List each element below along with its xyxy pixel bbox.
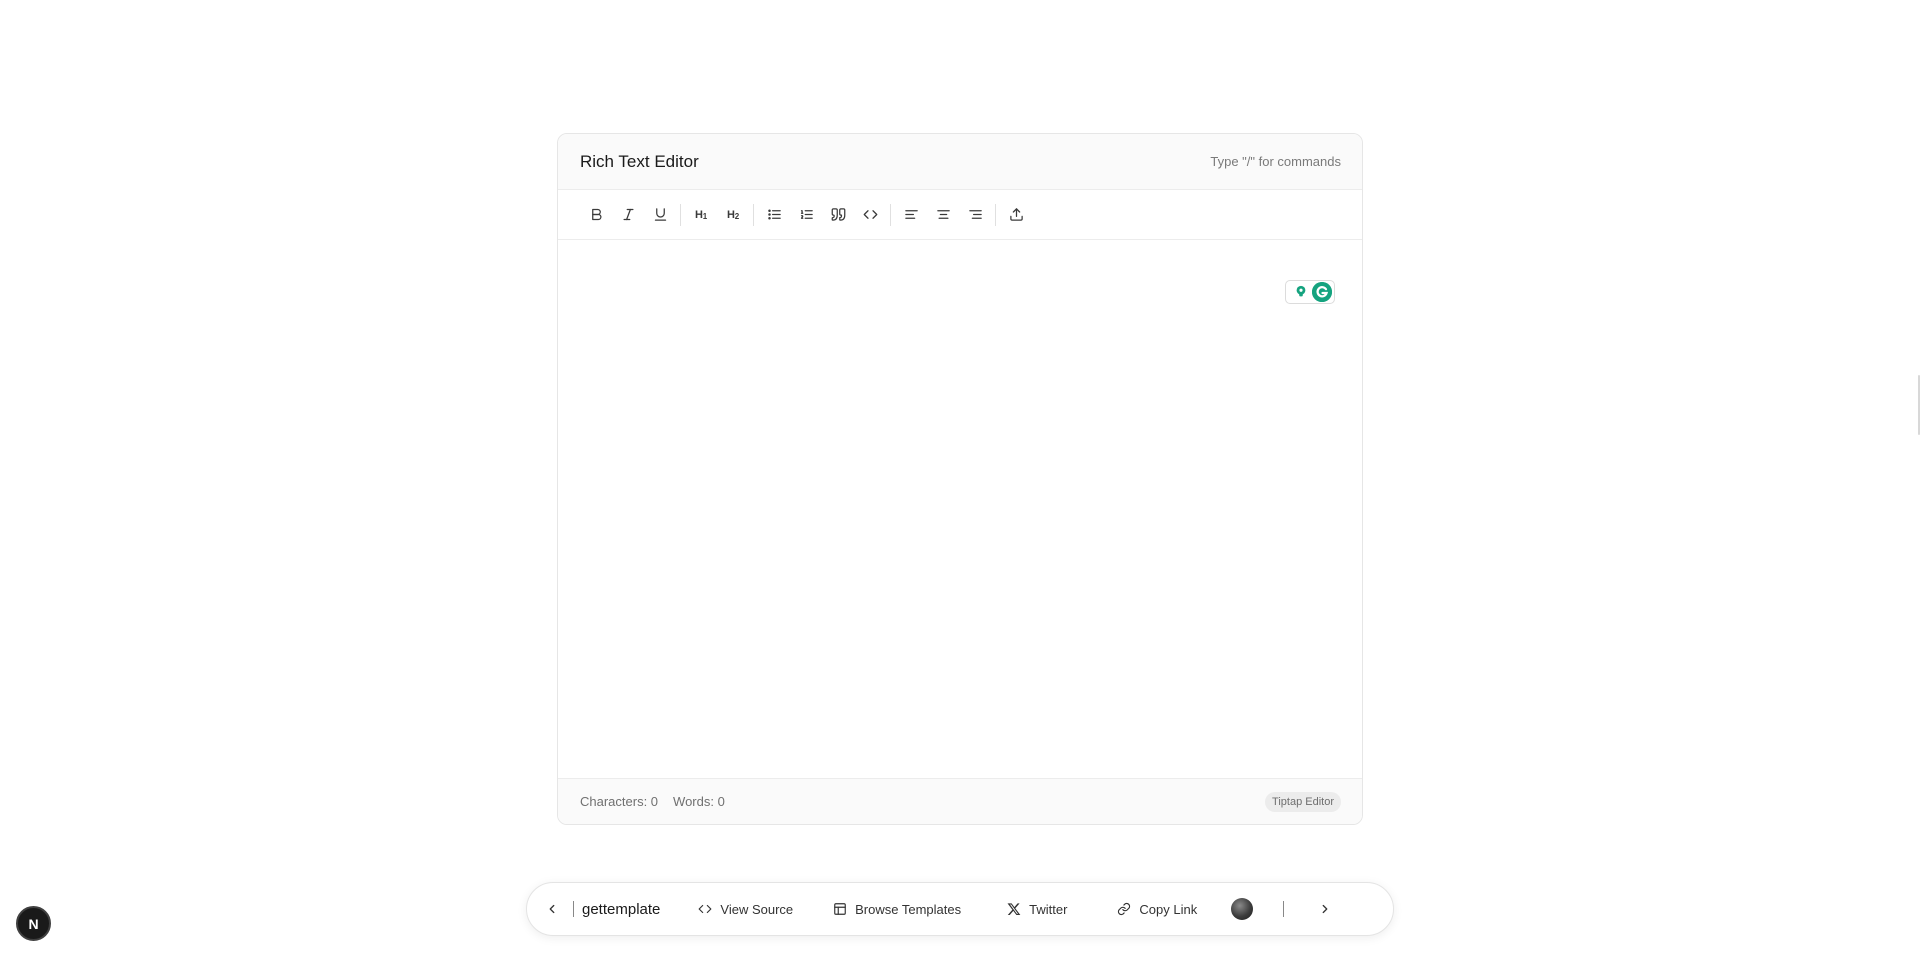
toolbar-divider	[680, 203, 681, 226]
upload-icon	[1009, 208, 1023, 221]
code-icon	[863, 210, 877, 219]
copy-link-label: Copy Link	[1139, 901, 1198, 917]
nextjs-badge-button[interactable]: N	[16, 906, 51, 941]
view-source-label: View Source	[720, 901, 794, 917]
code-button[interactable]	[856, 201, 884, 229]
toolbar-divider	[753, 203, 754, 226]
upload-button[interactable]	[1002, 201, 1030, 229]
underline-icon	[654, 208, 666, 221]
align-right-icon	[968, 210, 982, 219]
editor-title: Rich Text Editor	[580, 151, 699, 171]
ordered-list-button[interactable]	[792, 201, 820, 229]
twitter-button[interactable]: Twitter	[997, 896, 1077, 923]
bar-divider	[1283, 901, 1285, 917]
editor-content-area[interactable]	[558, 240, 1362, 778]
align-center-button[interactable]	[929, 201, 957, 229]
view-source-button[interactable]: View Source	[688, 896, 803, 923]
italic-button[interactable]	[614, 201, 642, 229]
bold-button[interactable]	[582, 201, 610, 229]
heading-2-icon: H2	[727, 208, 739, 221]
bullet-list-button[interactable]	[760, 201, 788, 229]
previous-button[interactable]	[541, 898, 563, 920]
word-count: Words: 0	[673, 794, 725, 809]
blockquote-button[interactable]	[824, 201, 852, 229]
brand-link[interactable]: gettemplate	[582, 901, 660, 918]
editor-footer: Characters: 0 Words: 0 Tiptap Editor	[558, 778, 1362, 824]
commands-hint: Type "/" for commands	[1210, 154, 1341, 169]
editor-card: Rich Text Editor Type "/" for commands H…	[557, 133, 1363, 825]
heading-2-button[interactable]: H2	[719, 201, 747, 229]
x-logo-icon	[1007, 903, 1021, 916]
bottom-nav-bar: gettemplate View Source Browse Templates…	[526, 882, 1394, 936]
avatar[interactable]	[1231, 898, 1254, 920]
heading-1-button[interactable]: H1	[687, 201, 715, 229]
n-logo-icon: N	[28, 915, 39, 932]
lightbulb-icon[interactable]	[1293, 284, 1309, 300]
align-left-icon	[904, 210, 918, 219]
italic-icon	[623, 208, 633, 221]
grammarly-logo-icon[interactable]	[1312, 282, 1332, 302]
next-button[interactable]	[1314, 898, 1336, 920]
grammarly-widget[interactable]	[1285, 280, 1335, 304]
align-right-button[interactable]	[961, 201, 989, 229]
bold-icon	[591, 208, 601, 221]
browse-templates-button[interactable]: Browse Templates	[823, 896, 971, 923]
browse-templates-label: Browse Templates	[855, 901, 962, 917]
bar-divider	[573, 901, 574, 917]
copy-link-button[interactable]: Copy Link	[1107, 896, 1207, 923]
bullet-list-icon	[767, 209, 781, 220]
chevron-left-icon	[549, 904, 555, 914]
quote-icon	[831, 208, 845, 221]
chevron-right-icon	[1322, 904, 1328, 914]
toolbar-divider	[995, 203, 996, 226]
character-count: Characters: 0	[580, 794, 659, 809]
align-center-icon	[936, 210, 950, 219]
editor-badge: Tiptap Editor	[1265, 791, 1341, 812]
editor-toolbar: H1 H2	[558, 190, 1362, 240]
ordered-list-icon	[800, 210, 813, 219]
align-left-button[interactable]	[897, 201, 925, 229]
heading-1-icon: H1	[695, 208, 707, 221]
layout-icon	[834, 903, 846, 915]
twitter-label: Twitter	[1029, 901, 1068, 917]
link-icon	[1118, 902, 1131, 916]
code-icon	[698, 904, 712, 914]
editor-stats: Characters: 0 Words: 0	[580, 794, 725, 809]
editor-header: Rich Text Editor Type "/" for commands	[558, 134, 1362, 190]
underline-button[interactable]	[646, 201, 674, 229]
toolbar-divider	[890, 203, 891, 226]
